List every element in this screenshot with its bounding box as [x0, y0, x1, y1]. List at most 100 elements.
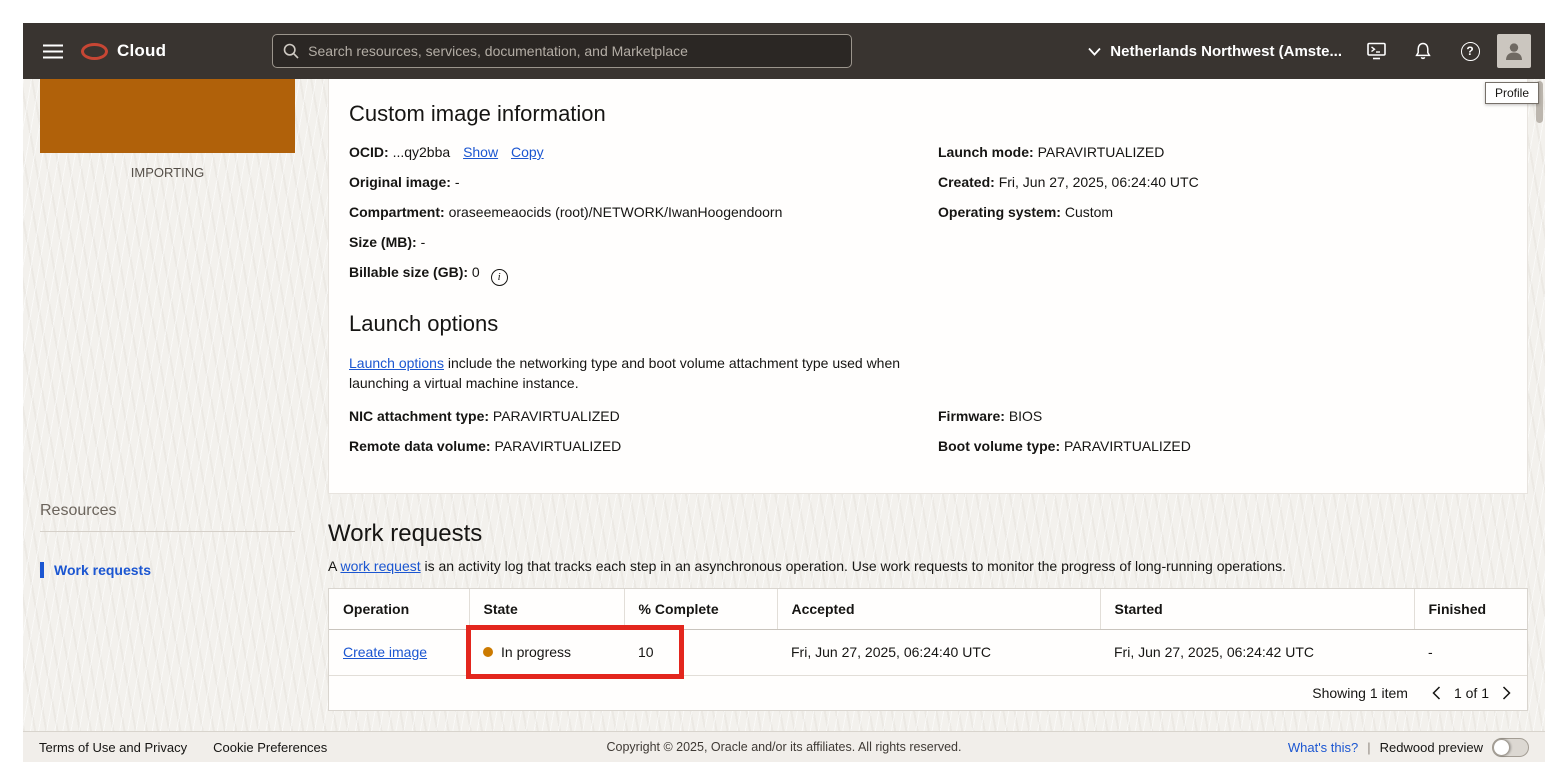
launch-options-link[interactable]: Launch options	[349, 355, 444, 371]
field-label: Size (MB):	[349, 234, 417, 250]
cell-finished: -	[1414, 629, 1527, 675]
hamburger-icon	[43, 44, 63, 59]
help-button[interactable]: ?	[1450, 31, 1490, 71]
bell-icon	[1413, 41, 1433, 61]
image-state-label: IMPORTING	[40, 165, 295, 180]
image-info-left-column: OCID: ...qy2bba Show Copy Original image…	[349, 143, 918, 297]
cloud-shell-monitor-icon	[1366, 41, 1387, 61]
launch-options-columns: NIC attachment type: PARAVIRTUALIZED Rem…	[349, 407, 1507, 467]
create-image-link[interactable]: Create image	[343, 644, 427, 660]
column-header-state: State	[469, 589, 624, 629]
cell-operation: Create image	[329, 629, 469, 675]
ocid-show-link[interactable]: Show	[463, 144, 498, 160]
redwood-preview-toggle[interactable]	[1492, 738, 1529, 757]
work-requests-section: Work requests A work request is an activ…	[328, 520, 1528, 711]
work-requests-table: Operation State % Complete Accepted Star…	[328, 588, 1528, 711]
field-value: 0	[472, 264, 480, 280]
field-label: Billable size (GB):	[349, 264, 468, 280]
sidebar-item-label: Work requests	[54, 562, 151, 578]
in-progress-status-icon	[483, 647, 493, 657]
launch-options-section: Launch options Launch options include th…	[349, 311, 1507, 467]
cell-state: In progress	[469, 629, 624, 675]
field-label: Original image:	[349, 174, 451, 190]
footer-separator: |	[1367, 740, 1370, 755]
brand-label: Cloud	[117, 41, 166, 61]
field-boot-volume-type: Boot volume type: PARAVIRTUALIZED	[938, 437, 1507, 456]
field-label: Operating system:	[938, 204, 1061, 220]
region-selector[interactable]: Netherlands Northwest (Amste...	[1088, 43, 1342, 60]
cell-percent-complete: 10	[624, 629, 777, 675]
field-label: Remote data volume:	[349, 438, 491, 454]
field-label: Launch mode:	[938, 144, 1034, 160]
notifications-button[interactable]	[1403, 31, 1443, 71]
profile-tooltip: Profile	[1485, 82, 1539, 104]
field-value: BIOS	[1009, 408, 1042, 424]
field-value: -	[421, 234, 426, 250]
profile-person-icon	[1503, 40, 1525, 62]
whats-this-link[interactable]: What's this?	[1288, 740, 1358, 755]
state-text: In progress	[501, 644, 571, 660]
field-label: OCID:	[349, 144, 389, 160]
field-label: NIC attachment type:	[349, 408, 489, 424]
field-ocid: OCID: ...qy2bba Show Copy	[349, 143, 918, 162]
pagination-prev-button[interactable]	[1430, 686, 1443, 700]
column-header-accepted: Accepted	[777, 589, 1100, 629]
info-icon[interactable]: i	[491, 269, 508, 286]
chevron-down-icon	[1088, 47, 1101, 56]
field-compartment: Compartment: oraseemeaocids (root)/NETWO…	[349, 203, 918, 222]
field-value: PARAVIRTUALIZED	[1038, 144, 1165, 160]
profile-button[interactable]	[1497, 34, 1531, 68]
table-pagination: Showing 1 item 1 of 1	[329, 676, 1527, 710]
work-request-link[interactable]: work request	[340, 558, 420, 574]
column-header-started: Started	[1100, 589, 1414, 629]
oracle-cloud-logo[interactable]: Cloud	[81, 41, 166, 61]
launch-options-right-column: Firmware: BIOS Boot volume type: PARAVIR…	[938, 407, 1507, 467]
field-value: Custom	[1065, 204, 1113, 220]
field-firmware: Firmware: BIOS	[938, 407, 1507, 426]
column-header-finished: Finished	[1414, 589, 1527, 629]
section-title-launch-options: Launch options	[349, 311, 1507, 337]
pager: 1 of 1	[1430, 685, 1513, 701]
column-header-operation: Operation	[329, 589, 469, 629]
field-label: Boot volume type:	[938, 438, 1060, 454]
field-label: Compartment:	[349, 204, 445, 220]
sidebar-item-work-requests[interactable]: Work requests	[40, 562, 295, 578]
top-navigation-bar: Cloud Netherlands Northwest (Amste...	[23, 23, 1545, 79]
pagination-next-button[interactable]	[1500, 686, 1513, 700]
field-value: Fri, Jun 27, 2025, 06:24:40 UTC	[999, 174, 1199, 190]
table-row: Create image In progress 10 Fri, Jun 27,…	[329, 629, 1527, 675]
ocid-copy-link[interactable]: Copy	[511, 144, 544, 160]
toggle-knob	[1493, 739, 1510, 756]
left-sidebar: IMPORTING Resources Work requests	[23, 79, 328, 731]
field-billable-size: Billable size (GB): 0 i	[349, 263, 918, 286]
redwood-preview-label: Redwood preview	[1380, 740, 1483, 755]
help-icon: ?	[1461, 42, 1480, 61]
work-requests-description-text: is an activity log that tracks each step…	[421, 558, 1286, 574]
chevron-right-icon	[1502, 686, 1511, 700]
field-created: Created: Fri, Jun 27, 2025, 06:24:40 UTC	[938, 173, 1507, 192]
cookie-preferences-link[interactable]: Cookie Preferences	[213, 740, 327, 755]
cloud-shell-button[interactable]	[1356, 31, 1396, 71]
footer-links: Terms of Use and Privacy Cookie Preferen…	[39, 740, 327, 755]
search-input[interactable]	[308, 43, 841, 59]
terms-of-use-link[interactable]: Terms of Use and Privacy	[39, 740, 187, 755]
field-label: Created:	[938, 174, 995, 190]
launch-options-left-column: NIC attachment type: PARAVIRTUALIZED Rem…	[349, 407, 918, 467]
region-label: Netherlands Northwest (Amste...	[1110, 43, 1342, 60]
navigation-menu-button[interactable]	[33, 31, 73, 71]
search-icon	[283, 43, 299, 59]
page-footer: Terms of Use and Privacy Cookie Preferen…	[23, 731, 1545, 762]
field-original-image: Original image: -	[349, 173, 918, 192]
field-nic-attachment: NIC attachment type: PARAVIRTUALIZED	[349, 407, 918, 426]
cell-started: Fri, Jun 27, 2025, 06:24:42 UTC	[1100, 629, 1414, 675]
details-panel: Custom image information OCID: ...qy2bba…	[328, 79, 1528, 494]
field-value: PARAVIRTUALIZED	[1064, 438, 1191, 454]
field-label: Firmware:	[938, 408, 1005, 424]
image-info-right-column: Launch mode: PARAVIRTUALIZED Created: Fr…	[938, 143, 1507, 297]
field-value: -	[455, 174, 460, 190]
column-header-percent-complete: % Complete	[624, 589, 777, 629]
cell-accepted: Fri, Jun 27, 2025, 06:24:40 UTC	[777, 629, 1100, 675]
chevron-left-icon	[1432, 686, 1441, 700]
footer-right: What's this? | Redwood preview	[1288, 738, 1529, 757]
field-value: oraseemeaocids (root)/NETWORK/IwanHoogen…	[449, 204, 783, 220]
